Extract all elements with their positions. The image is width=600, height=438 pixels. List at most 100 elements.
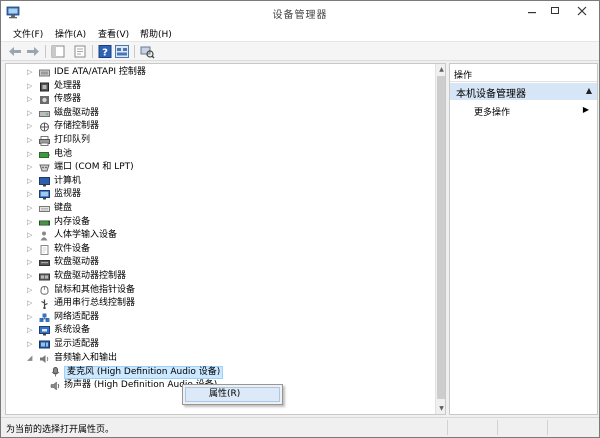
collapsed-arrow-icon[interactable]: ▷ xyxy=(27,297,35,311)
collapsed-arrow-icon[interactable]: ▷ xyxy=(27,311,35,325)
collapsed-arrow-icon[interactable]: ▷ xyxy=(27,284,35,298)
device-category[interactable]: ▷ 磁盘驱动器 xyxy=(6,107,431,121)
status-bar: 为当前的选择打开属性页。 xyxy=(1,417,599,437)
tree-node-label: 显示适配器 xyxy=(54,339,100,349)
device-category[interactable]: ▷ 通用串行总线控制器 xyxy=(6,297,431,311)
collapsed-arrow-icon[interactable]: ▷ xyxy=(27,66,35,80)
device-category[interactable]: ▷ 软盘驱动器控制器 xyxy=(6,270,431,284)
device-category[interactable]: ▷ 显示适配器 xyxy=(6,338,431,352)
device-category[interactable]: ▷ 监视器 xyxy=(6,188,431,202)
collapsed-arrow-icon[interactable]: ▷ xyxy=(27,229,35,243)
menu-file[interactable]: 文件(F) xyxy=(9,27,47,40)
properties-icon[interactable] xyxy=(72,44,88,59)
back-icon[interactable] xyxy=(7,44,23,59)
toolbar: ? xyxy=(1,42,599,61)
device-category[interactable]: ▷ 处理器 xyxy=(6,80,431,94)
device-category[interactable]: ▷ 端口 (COM 和 LPT) xyxy=(6,161,431,175)
status-cell xyxy=(497,420,547,435)
help-icon[interactable]: ? xyxy=(97,44,113,59)
tree-node-label: 处理器 xyxy=(54,80,82,91)
menu-view[interactable]: 查看(V) xyxy=(94,27,133,40)
usb-icon xyxy=(41,299,48,310)
scroll-up-icon[interactable]: ▲ xyxy=(436,64,445,75)
floppy-controller-icon xyxy=(39,273,50,281)
device-category[interactable]: ◢ 音频输入和输出 xyxy=(6,352,431,366)
collapsed-arrow-icon[interactable]: ▷ xyxy=(27,161,35,175)
scroll-down-icon[interactable]: ▼ xyxy=(436,403,445,414)
device-category[interactable]: ▷ 网络适配器 xyxy=(6,311,431,325)
collapse-arrow-icon[interactable]: ▲ xyxy=(586,86,592,95)
close-icon xyxy=(577,6,587,16)
collapsed-arrow-icon[interactable]: ▷ xyxy=(27,256,35,270)
collapsed-arrow-icon[interactable]: ▷ xyxy=(27,120,35,134)
actions-section-device-manager[interactable]: 本机设备管理器 ▲ xyxy=(450,83,597,100)
tree-node-label: 端口 (COM 和 LPT) xyxy=(54,162,134,173)
tree-node-label: 传感器 xyxy=(54,94,82,105)
collapsed-arrow-icon[interactable]: ▷ xyxy=(27,270,35,284)
tree-node-label: 人体学输入设备 xyxy=(54,230,118,241)
collapsed-arrow-icon[interactable]: ▷ xyxy=(27,243,35,257)
toolbar-separator xyxy=(92,45,93,58)
collapsed-arrow-icon[interactable]: ▷ xyxy=(27,202,35,216)
menu-help[interactable]: 帮助(H) xyxy=(136,27,176,40)
device-category[interactable]: ▷ 打印队列 xyxy=(6,134,431,148)
collapsed-arrow-icon[interactable]: ▷ xyxy=(27,324,35,338)
device-category[interactable]: ▷ 传感器 xyxy=(6,93,431,107)
collapsed-arrow-icon[interactable]: ▷ xyxy=(27,188,35,202)
collapsed-arrow-icon[interactable]: ▷ xyxy=(27,93,35,107)
more-actions-link[interactable]: 更多操作 xyxy=(474,105,510,118)
show-hide-tree-icon[interactable] xyxy=(50,44,66,59)
scroll-thumb[interactable] xyxy=(437,76,445,399)
status-cell xyxy=(447,420,497,435)
device-category[interactable]: ▷ 键盘 xyxy=(6,202,431,216)
device-category[interactable]: ▷ 内存设备 xyxy=(6,216,431,230)
menu-action[interactable]: 操作(A) xyxy=(51,27,90,40)
printer-icon xyxy=(39,136,50,146)
floppy-icon xyxy=(39,260,50,267)
vertical-scrollbar[interactable]: ▲ ▼ xyxy=(435,64,445,414)
collapsed-arrow-icon[interactable]: ▷ xyxy=(27,134,35,148)
collapsed-arrow-icon[interactable]: ▷ xyxy=(27,80,35,94)
collapsed-arrow-icon[interactable]: ▷ xyxy=(27,148,35,162)
maximize-button[interactable] xyxy=(544,2,566,22)
collapsed-arrow-icon[interactable]: ▷ xyxy=(27,216,35,230)
actions-section-title: 本机设备管理器 xyxy=(456,89,526,100)
collapsed-arrow-icon[interactable]: ▷ xyxy=(27,107,35,121)
collapsed-arrow-icon[interactable]: ▷ xyxy=(27,338,35,352)
microphone-icon xyxy=(51,367,60,377)
device-manager-window: 设备管理器 文件(F) 操作(A) 查看(V) 帮助(H) ? ▷ IDE AT… xyxy=(0,0,600,438)
device-category[interactable]: ▷ 鼠标和其他指针设备 xyxy=(6,284,431,298)
device-item[interactable]: 麦克风 (High Definition Audio 设备) xyxy=(6,365,431,380)
close-button[interactable] xyxy=(567,2,597,22)
device-category[interactable]: ▷ 电池 xyxy=(6,148,431,162)
device-category[interactable]: ▷ 人体学输入设备 xyxy=(6,229,431,243)
device-tree[interactable]: ▷ IDE ATA/ATAPI 控制器 ▷ 处理器 ▷ 传感器 ▷ 磁盘驱动器 ▷ 存储控制器 ▷ 打… xyxy=(5,63,446,415)
device-category[interactable]: ▷ 存储控制器 xyxy=(6,120,431,134)
collapsed-arrow-icon[interactable]: ▷ xyxy=(27,175,35,189)
submenu-arrow-icon[interactable]: ▶ xyxy=(583,105,589,114)
device-category[interactable]: ▷ 系统设备 xyxy=(6,324,431,338)
forward-icon[interactable] xyxy=(25,44,41,59)
title-bar[interactable]: 设备管理器 xyxy=(1,1,599,25)
tree-node-label: 键盘 xyxy=(54,203,73,213)
menu-bar: 文件(F) 操作(A) 查看(V) 帮助(H) xyxy=(1,25,599,42)
toolbar-separator xyxy=(134,45,135,58)
minimize-button[interactable] xyxy=(521,2,543,22)
device-category[interactable]: ▷ 计算机 xyxy=(6,175,431,189)
device-category[interactable]: ▷ 软件设备 xyxy=(6,243,431,257)
svg-text:?: ? xyxy=(102,48,108,59)
minimize-icon xyxy=(528,12,536,14)
device-category[interactable]: ▷ IDE ATA/ATAPI 控制器 xyxy=(6,66,431,80)
expanded-arrow-icon[interactable]: ◢ xyxy=(27,352,35,366)
scan-hardware-icon[interactable] xyxy=(139,44,155,59)
battery-icon xyxy=(39,151,50,158)
context-menu-properties[interactable]: 属性(R) xyxy=(185,387,280,402)
tree-node-label: 磁盘驱动器 xyxy=(54,107,100,118)
device-category[interactable]: ▷ 软盘驱动器 xyxy=(6,256,431,270)
view-icon[interactable] xyxy=(114,44,130,59)
storage-controller-icon xyxy=(40,122,49,132)
mouse-icon xyxy=(40,285,49,295)
window-title: 设备管理器 xyxy=(272,10,328,21)
actions-header: 操作 xyxy=(450,64,597,82)
tree-node-label: 内存设备 xyxy=(54,216,91,227)
